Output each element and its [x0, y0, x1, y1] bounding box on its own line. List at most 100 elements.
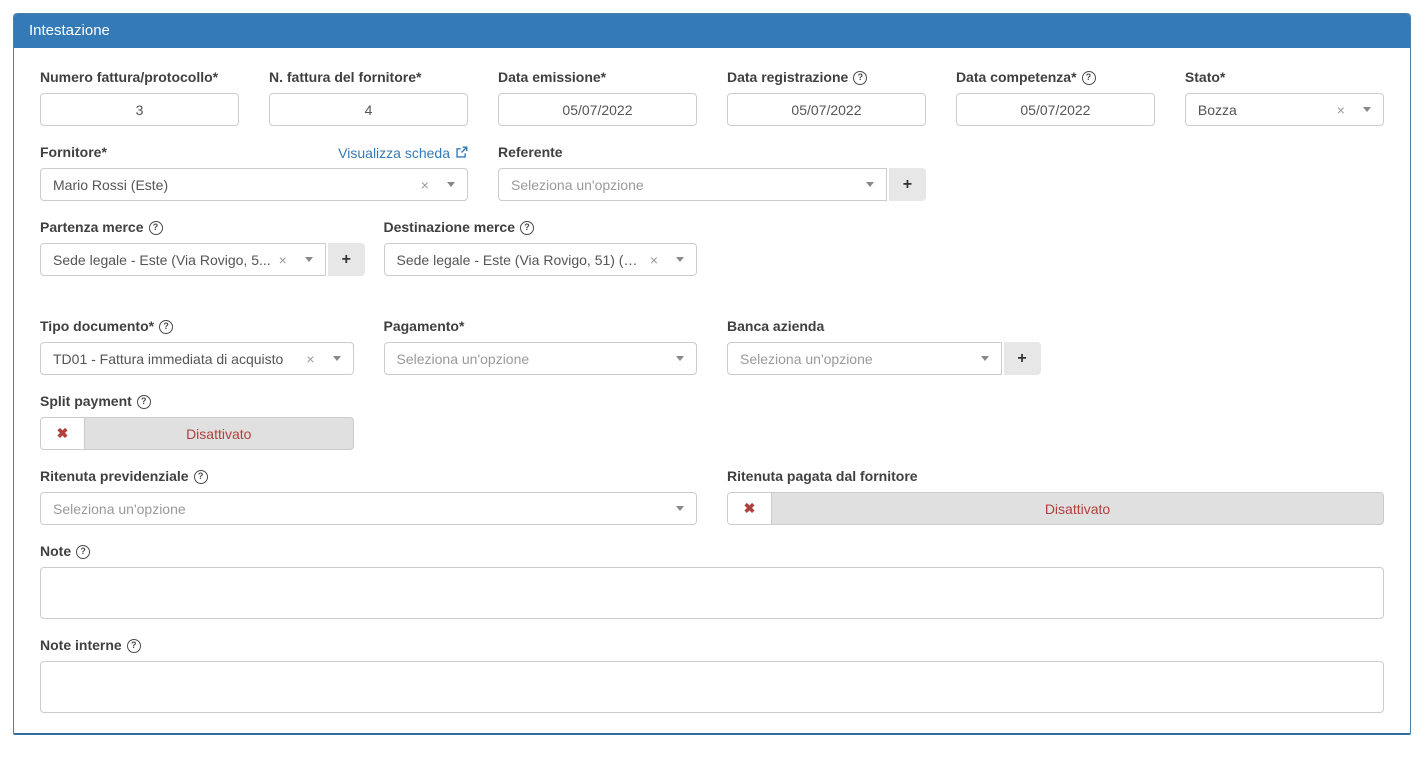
- ritenuta-previdenziale-label: Ritenuta previdenziale: [40, 468, 189, 485]
- ritenuta-previdenziale-select[interactable]: Seleziona un'opzione: [40, 492, 697, 525]
- ritenuta-pagata-toggle[interactable]: ✖ Disattivato: [727, 492, 1384, 525]
- destinazione-merce-select[interactable]: Sede legale - Este (Via Rovigo, 51) (Ad.…: [384, 243, 698, 276]
- data-competenza-input[interactable]: [956, 93, 1155, 126]
- ritenuta-pagata-state: Disattivato: [772, 493, 1383, 524]
- chevron-down-icon: [676, 257, 684, 262]
- pagamento-label: Pagamento*: [384, 318, 465, 335]
- note-interne-textarea[interactable]: [40, 661, 1384, 713]
- field-data-emissione: Data emissione*: [483, 69, 712, 126]
- stato-selected-value: Bozza: [1198, 102, 1329, 118]
- field-split-payment: Split payment? ✖ Disattivato: [25, 393, 369, 450]
- field-data-competenza: Data competenza*?: [941, 69, 1170, 126]
- clear-icon[interactable]: ×: [279, 253, 287, 267]
- field-numero-fattura: Numero fattura/protocollo*: [25, 69, 254, 126]
- clear-icon[interactable]: ×: [650, 253, 658, 267]
- fornitore-label: Fornitore*: [40, 144, 107, 161]
- numero-fattura-input[interactable]: [40, 93, 239, 126]
- field-stato: Stato* Bozza ×: [1170, 69, 1399, 126]
- chevron-down-icon: [305, 257, 313, 262]
- data-emissione-input[interactable]: [498, 93, 697, 126]
- banca-azienda-label: Banca azienda: [727, 318, 824, 335]
- banca-azienda-placeholder: Seleziona un'opzione: [740, 351, 977, 367]
- pagamento-placeholder: Seleziona un'opzione: [397, 351, 673, 367]
- field-banca-azienda: Banca azienda Seleziona un'opzione +: [712, 318, 1056, 375]
- row-note-interne: Note interne?: [25, 637, 1399, 713]
- tipo-documento-label: Tipo documento*: [40, 318, 154, 335]
- chevron-down-icon: [333, 356, 341, 361]
- chevron-down-icon: [866, 182, 874, 187]
- stato-label: Stato*: [1185, 69, 1225, 86]
- field-ritenuta-pagata: Ritenuta pagata dal fornitore ✖ Disattiv…: [712, 468, 1399, 525]
- note-label: Note: [40, 543, 71, 560]
- tipo-documento-select[interactable]: TD01 - Fattura immediata di acquisto ×: [40, 342, 354, 375]
- fornitore-select[interactable]: Mario Rossi (Este) ×: [40, 168, 468, 201]
- help-icon[interactable]: ?: [76, 545, 90, 559]
- chevron-down-icon: [676, 506, 684, 511]
- partenza-merce-selected-value: Sede legale - Este (Via Rovigo, 5...: [53, 252, 271, 268]
- toggle-off-icon: ✖: [41, 418, 85, 449]
- help-icon[interactable]: ?: [159, 320, 173, 334]
- ritenuta-previdenziale-placeholder: Seleziona un'opzione: [53, 501, 672, 517]
- numero-fattura-label: Numero fattura/protocollo*: [40, 69, 218, 86]
- add-referente-button[interactable]: +: [889, 168, 926, 201]
- add-partenza-merce-button[interactable]: +: [328, 243, 365, 276]
- data-registrazione-input[interactable]: [727, 93, 926, 126]
- stato-select[interactable]: Bozza ×: [1185, 93, 1384, 126]
- destinazione-merce-selected-value: Sede legale - Este (Via Rovigo, 51) (Ad.…: [397, 252, 642, 268]
- row-ritenute: Ritenuta previdenziale? Seleziona un'opz…: [25, 468, 1399, 525]
- partenza-merce-select[interactable]: Sede legale - Este (Via Rovigo, 5... ×: [40, 243, 326, 276]
- field-ritenuta-previdenziale: Ritenuta previdenziale? Seleziona un'opz…: [25, 468, 712, 525]
- field-destinazione-merce: Destinazione merce? Sede legale - Este (…: [369, 219, 713, 276]
- row-split-payment: Split payment? ✖ Disattivato: [25, 393, 1399, 450]
- banca-azienda-select[interactable]: Seleziona un'opzione: [727, 342, 1002, 375]
- note-textarea[interactable]: [40, 567, 1384, 619]
- referente-select[interactable]: Seleziona un'opzione: [498, 168, 887, 201]
- row-documento: Tipo documento*? TD01 - Fattura immediat…: [25, 318, 1399, 375]
- help-icon[interactable]: ?: [520, 221, 534, 235]
- chevron-down-icon: [447, 182, 455, 187]
- row-fornitore: Fornitore* Visualizza scheda Mario Rossi…: [25, 144, 1399, 201]
- visualizza-scheda-link[interactable]: Visualizza scheda: [338, 145, 468, 161]
- panel-title: Intestazione: [14, 14, 1410, 48]
- toggle-off-icon: ✖: [728, 493, 772, 524]
- data-registrazione-label: Data registrazione: [727, 69, 848, 86]
- field-pagamento: Pagamento* Seleziona un'opzione: [369, 318, 713, 375]
- help-icon[interactable]: ?: [194, 470, 208, 484]
- referente-label: Referente: [498, 144, 563, 161]
- clear-icon[interactable]: ×: [1337, 103, 1345, 117]
- external-link-icon: [455, 146, 468, 159]
- pagamento-select[interactable]: Seleziona un'opzione: [384, 342, 698, 375]
- chevron-down-icon: [981, 356, 989, 361]
- row-note: Note?: [25, 543, 1399, 619]
- field-tipo-documento: Tipo documento*? TD01 - Fattura immediat…: [25, 318, 369, 375]
- add-banca-azienda-button[interactable]: +: [1004, 342, 1041, 375]
- row-header-fields: Numero fattura/protocollo* N. fattura de…: [25, 69, 1399, 126]
- n-fattura-fornitore-input[interactable]: [269, 93, 468, 126]
- row-merce: Partenza merce? Sede legale - Este (Via …: [25, 219, 1399, 276]
- clear-icon[interactable]: ×: [421, 178, 429, 192]
- destinazione-merce-label: Destinazione merce: [384, 219, 516, 236]
- chevron-down-icon: [676, 356, 684, 361]
- help-icon[interactable]: ?: [137, 395, 151, 409]
- note-interne-label: Note interne: [40, 637, 122, 654]
- field-referente: Referente Seleziona un'opzione +: [483, 144, 941, 201]
- intestazione-panel: Intestazione Numero fattura/protocollo* …: [13, 13, 1411, 735]
- panel-body: Numero fattura/protocollo* N. fattura de…: [14, 48, 1410, 733]
- field-note: Note?: [25, 543, 1399, 619]
- chevron-down-icon: [1363, 107, 1371, 112]
- split-payment-toggle[interactable]: ✖ Disattivato: [40, 417, 354, 450]
- partenza-merce-label: Partenza merce: [40, 219, 144, 236]
- help-icon[interactable]: ?: [853, 71, 867, 85]
- field-n-fattura-fornitore: N. fattura del fornitore*: [254, 69, 483, 126]
- data-competenza-label: Data competenza*: [956, 69, 1077, 86]
- help-icon[interactable]: ?: [149, 221, 163, 235]
- field-partenza-merce: Partenza merce? Sede legale - Este (Via …: [25, 219, 369, 276]
- clear-icon[interactable]: ×: [306, 352, 314, 366]
- field-fornitore: Fornitore* Visualizza scheda Mario Rossi…: [25, 144, 483, 201]
- ritenuta-pagata-label: Ritenuta pagata dal fornitore: [727, 468, 918, 485]
- field-note-interne: Note interne?: [25, 637, 1399, 713]
- help-icon[interactable]: ?: [127, 639, 141, 653]
- split-payment-state: Disattivato: [85, 418, 353, 449]
- help-icon[interactable]: ?: [1082, 71, 1096, 85]
- n-fattura-fornitore-label: N. fattura del fornitore*: [269, 69, 421, 86]
